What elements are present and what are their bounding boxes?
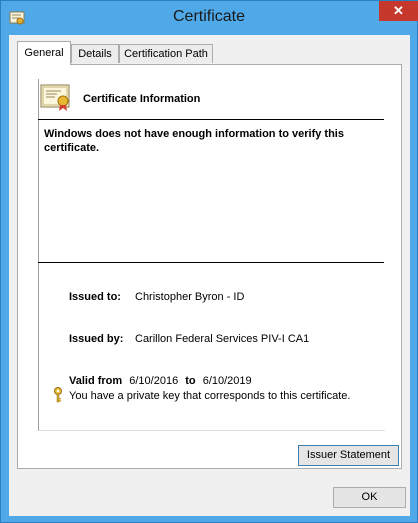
close-icon: ✕ [393, 3, 404, 18]
close-button[interactable]: ✕ [379, 1, 418, 21]
general-tab-panel: Certificate Information Windows does not… [17, 64, 402, 469]
window-title: Certificate [172, 8, 246, 25]
divider [38, 119, 384, 120]
issued-to-label: Issued to: [69, 291, 121, 303]
certificate-info-heading: Certificate Information [83, 93, 201, 105]
private-key-note: You have a private key that corresponds … [69, 390, 351, 402]
tab-certification-path[interactable]: Certification Path [119, 44, 213, 63]
issued-by-label: Issued by: [69, 333, 124, 345]
certificate-window: Certificate ✕ General Details Certificat… [0, 0, 418, 523]
issued-by-value: Carillon Federal Services PIV-I CA1 [135, 333, 310, 345]
divider [38, 262, 384, 263]
certificate-icon [39, 81, 73, 113]
title-bar[interactable]: Certificate ✕ [1, 1, 418, 35]
valid-to-value: 6/10/2019 [202, 375, 252, 387]
issued-by-row: Issued by: Carillon Federal Services PIV… [69, 333, 309, 345]
valid-from-value: 6/10/2016 [129, 375, 179, 387]
valid-to-label: to [185, 375, 196, 387]
issued-to-row: Issued to: Christopher Byron - ID [69, 291, 244, 303]
ok-button[interactable]: OK [333, 487, 406, 508]
dialog-client-area: General Details Certification Path Certi… [9, 35, 410, 516]
validity-row: Valid from 6/10/2016 to 6/10/2019 [69, 375, 252, 387]
issued-to-value: Christopher Byron - ID [135, 291, 245, 303]
tab-general[interactable]: General [17, 41, 71, 65]
issuer-statement-button[interactable]: Issuer Statement [298, 445, 399, 466]
certificate-info-box: Certificate Information Windows does not… [38, 79, 385, 431]
key-icon [52, 387, 64, 403]
verification-warning: Windows does not have enough information… [44, 128, 344, 154]
valid-from-label: Valid from [69, 375, 123, 387]
tab-details[interactable]: Details [71, 44, 119, 63]
